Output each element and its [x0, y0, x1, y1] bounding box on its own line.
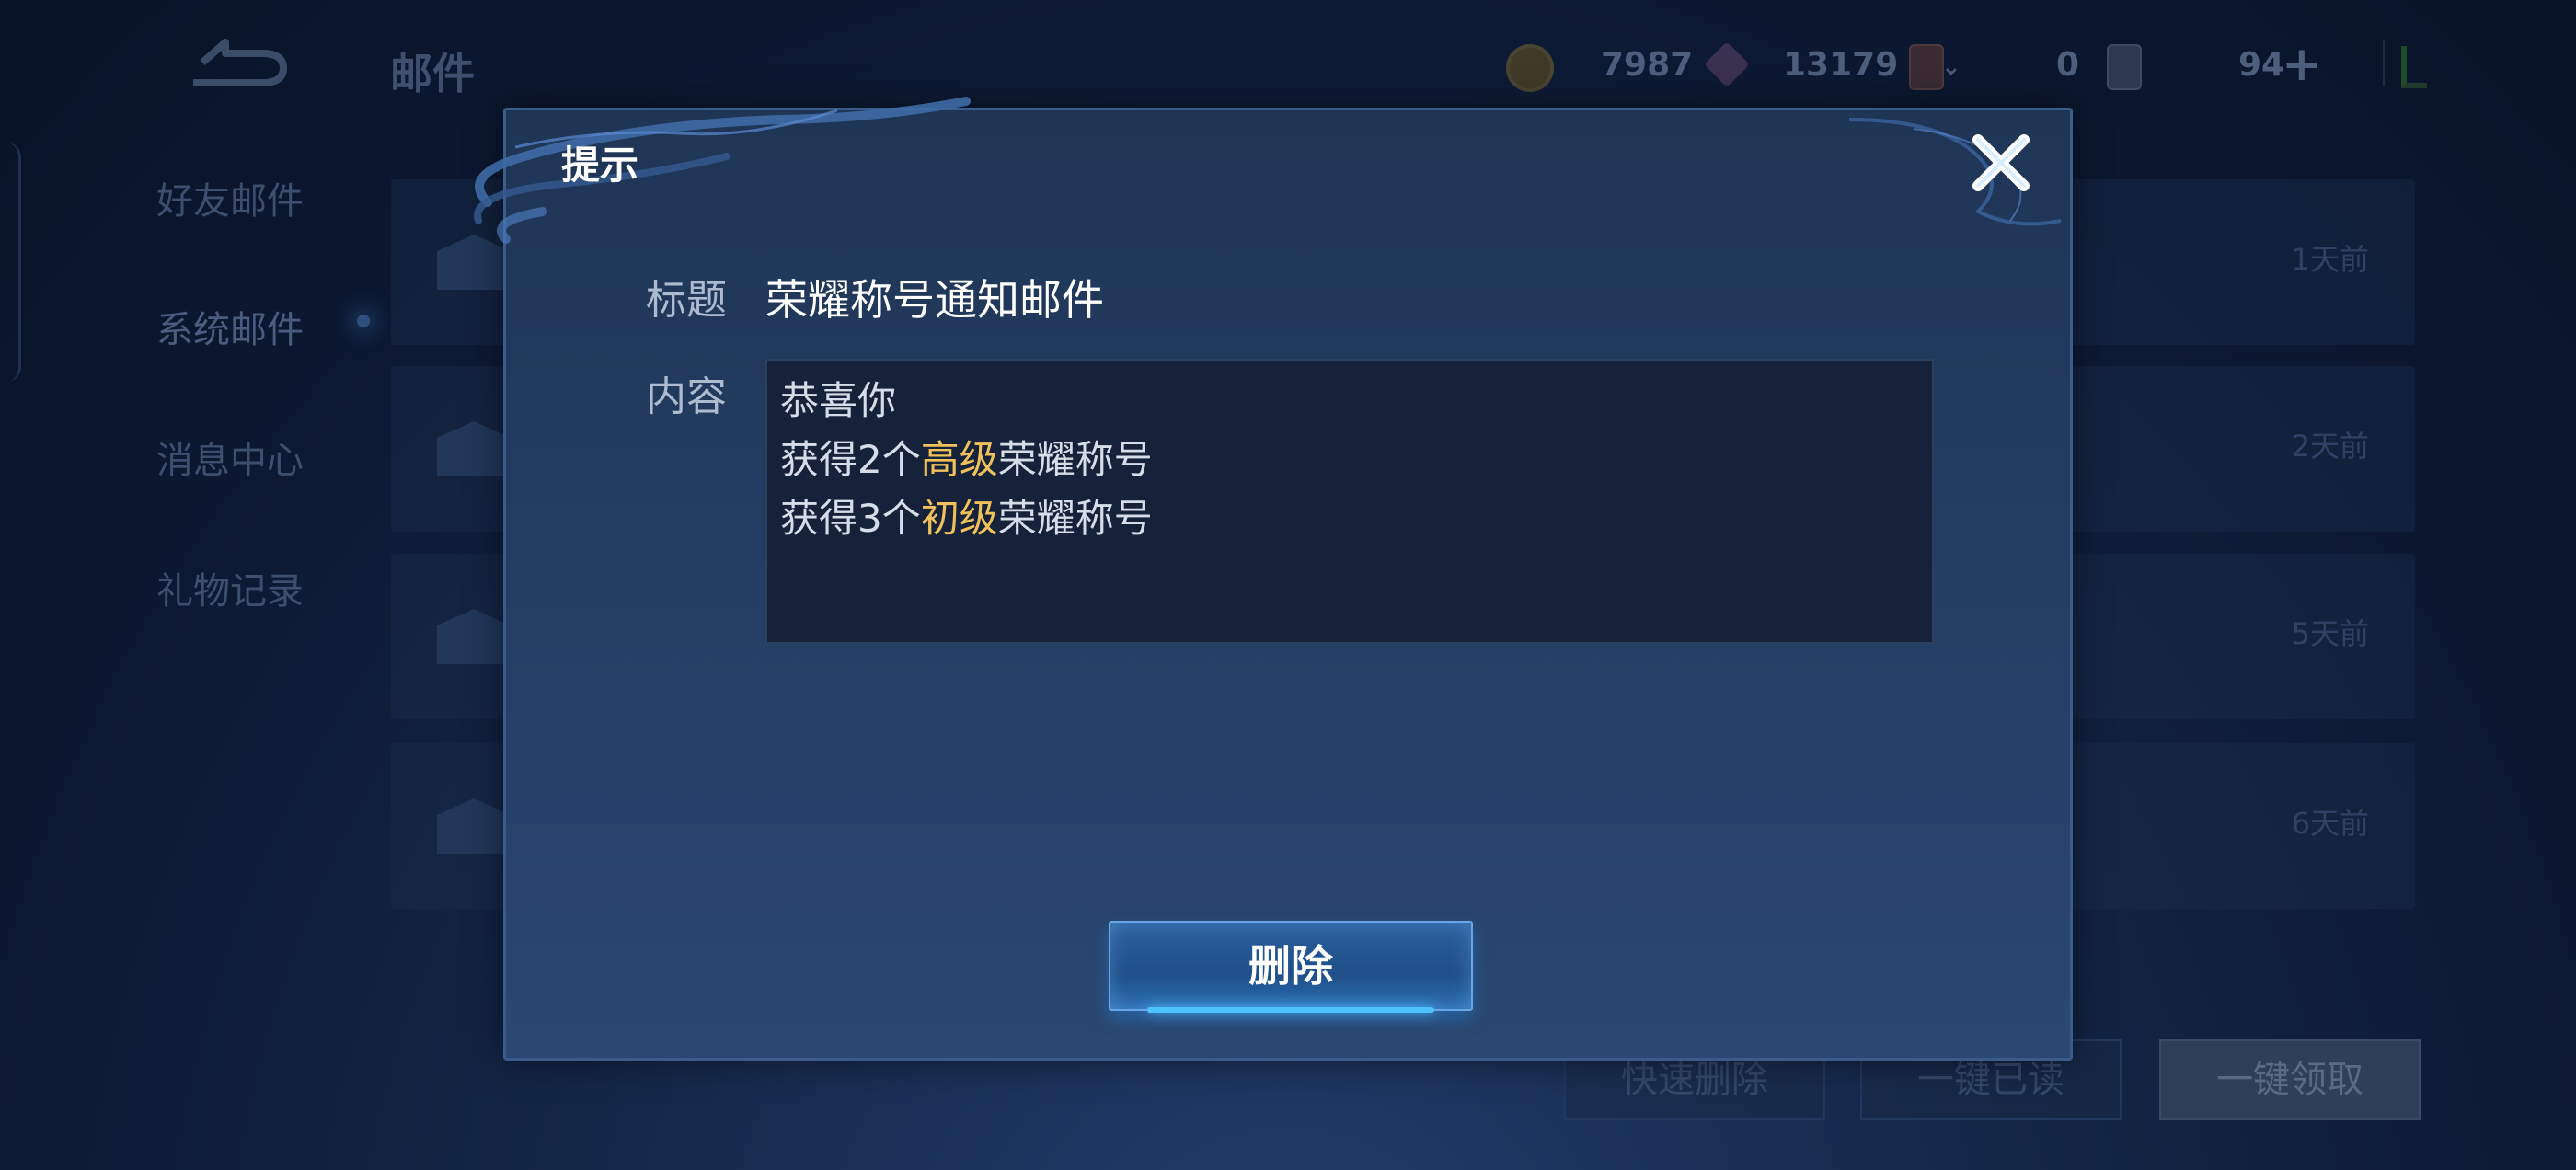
content-text: 恭喜你 [780, 378, 897, 423]
signal-icon [2383, 40, 2385, 86]
decorative-swirl [474, 97, 971, 244]
button-glow [1147, 1007, 1434, 1013]
content-label: 内容 [646, 373, 727, 420]
mail-subject: 荣耀称号通知邮件 [765, 275, 1104, 325]
sidebar-item-friend-mail[interactable]: 好友邮件 [156, 171, 304, 224]
sidebar-item-gift-records[interactable]: 礼物记录 [156, 561, 304, 614]
currency-bar: 7987 13179 ⌄ 0 94 + [1500, 37, 2438, 96]
mail-time: 6天前 [2291, 806, 2369, 841]
mail-time: 5天前 [2291, 616, 2369, 651]
content-line: 恭喜你 [780, 372, 1919, 430]
game-screen: 邮件 7987 13179 ⌄ 0 94 + 好友邮件 系统邮件 消息中心 礼物… [0, 0, 2576, 1170]
delete-button[interactable]: 删除 [1109, 921, 1473, 1013]
highlight-text: 高级 [920, 437, 998, 482]
subject-label: 标题 [646, 277, 727, 324]
chevron-down-icon[interactable]: ⌄ [1941, 53, 1961, 81]
content-line: 获得2个高级荣耀称号 [780, 430, 1919, 489]
content-text: 获得3个 [780, 496, 921, 541]
envelope-icon [437, 798, 511, 854]
network-icon [2401, 46, 2427, 88]
content-line: 获得3个初级荣耀称号 [780, 489, 1919, 548]
energy-amount: 94 [2238, 46, 2285, 84]
sidebar-item-system-mail[interactable]: 系统邮件 [156, 300, 304, 353]
close-icon[interactable] [1960, 121, 2042, 204]
sidebar-item-message-center[interactable]: 消息中心 [156, 430, 304, 484]
content-text: 荣耀称号 [997, 496, 1153, 541]
page-title: 邮件 [390, 49, 475, 98]
envelope-icon [437, 421, 511, 476]
claim-all-button[interactable]: 一键领取 [2159, 1039, 2421, 1120]
diamond-amount: 13179 [1783, 46, 1899, 84]
back-arrow-icon[interactable] [184, 35, 290, 90]
ticket-amount: 0 [2056, 46, 2080, 84]
content-text: 获得2个 [780, 437, 921, 482]
mail-detail-dialog: 提示 标题 荣耀称号通知邮件 内容 恭喜你 获得2个高级荣耀称号 获得3个初级荣… [474, 97, 2073, 1061]
highlight-text: 初级 [920, 496, 998, 541]
delete-button-label: 删除 [1248, 941, 1333, 991]
card-icon[interactable] [1909, 44, 1944, 90]
diamond-icon [1704, 41, 1750, 87]
active-indicator [357, 315, 370, 327]
envelope-icon [437, 235, 511, 290]
mail-time: 1天前 [2291, 242, 2369, 277]
side-drawer-handle[interactable] [0, 143, 21, 382]
dialog-title: 提示 [561, 143, 639, 188]
ticket-icon [2107, 44, 2142, 90]
add-energy-button[interactable]: + [2282, 37, 2322, 92]
envelope-icon [437, 609, 511, 664]
gold-coin-icon [1506, 44, 1554, 92]
gold-amount: 7987 [1601, 46, 1694, 84]
mail-content-box[interactable]: 恭喜你 获得2个高级荣耀称号 获得3个初级荣耀称号 [765, 359, 1934, 644]
content-text: 荣耀称号 [997, 437, 1153, 482]
mail-time: 2天前 [2291, 429, 2369, 464]
